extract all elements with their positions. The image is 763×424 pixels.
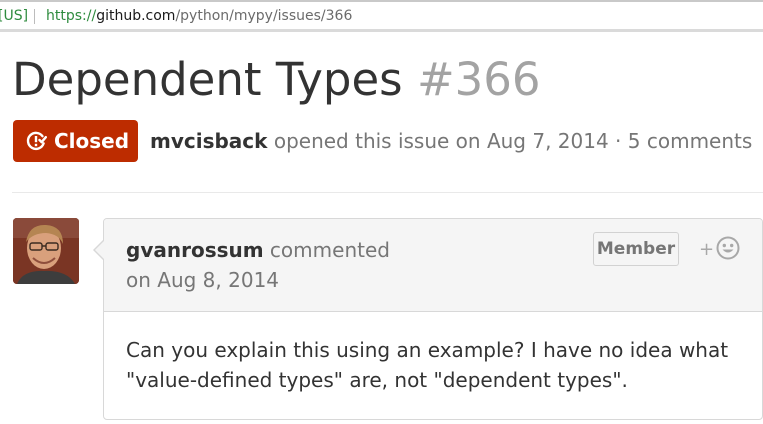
reaction-plus: + <box>699 239 715 260</box>
user-avatar[interactable] <box>13 218 79 284</box>
smiley-icon <box>716 236 740 264</box>
issue-closed-icon <box>25 130 47 152</box>
issue-state-badge: Closed <box>13 120 138 162</box>
comment-arrow-inner <box>95 241 104 259</box>
comment-body-line: "value-defined types" are, not "dependen… <box>126 368 628 392</box>
url-path: /python/mypy/issues/366 <box>175 8 353 24</box>
site-identity-label[interactable]: [US] <box>0 0 28 29</box>
issue-author-link[interactable]: mvcisback <box>150 129 267 153</box>
identity-separator <box>34 9 35 24</box>
issue-title-text: Dependent Types <box>12 53 403 106</box>
comment-header: gvanrossum commented on Aug 8, 2014 Memb… <box>104 219 762 312</box>
comment-body: Can you explain this using an example? I… <box>126 335 746 395</box>
url-host: github.com <box>96 8 176 24</box>
url-scheme: https:// <box>46 8 97 24</box>
issue-opened-text: opened this issue on Aug 7, 2014 · 5 com… <box>267 129 753 153</box>
add-reaction-button[interactable]: + <box>699 235 741 265</box>
comment-action: commented <box>263 238 390 262</box>
issue-title: Dependent Types #366 <box>12 52 541 108</box>
header-divider <box>12 192 763 193</box>
comment-box: gvanrossum commented on Aug 8, 2014 Memb… <box>103 218 763 420</box>
comment-author-line: gvanrossum commented <box>126 235 390 265</box>
comment-timestamp[interactable]: on Aug 8, 2014 <box>126 265 279 295</box>
issue-state-label: Closed <box>54 129 130 153</box>
comment-body-line: Can you explain this using an example? I… <box>126 338 729 362</box>
issue-number: #366 <box>416 53 541 106</box>
url-text[interactable]: https://github.com/python/mypy/issues/36… <box>46 0 353 29</box>
comment-author-link[interactable]: gvanrossum <box>126 238 264 262</box>
issue-meta: mvcisback opened this issue on Aug 7, 20… <box>150 126 752 156</box>
address-bar[interactable]: [US] https://github.com/python/mypy/issu… <box>0 0 763 32</box>
member-badge: Member <box>593 232 679 266</box>
